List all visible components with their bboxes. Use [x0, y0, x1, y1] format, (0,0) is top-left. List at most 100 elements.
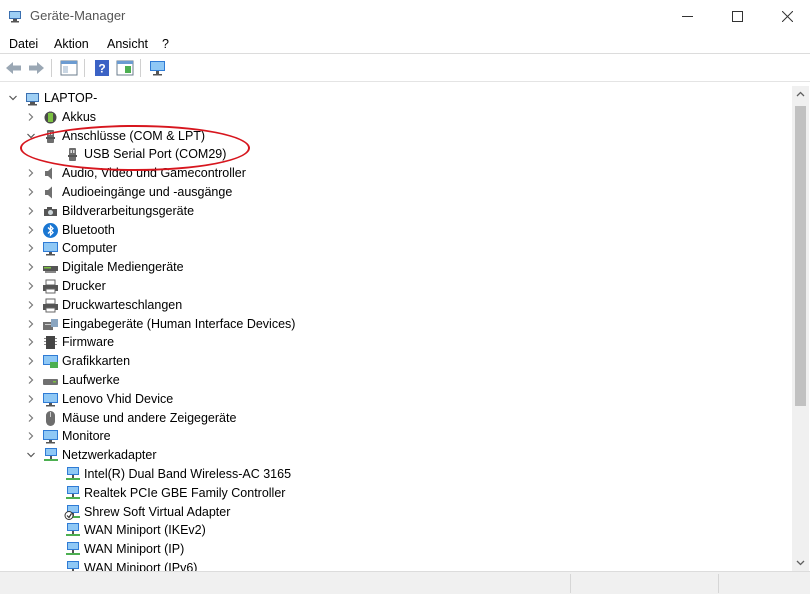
scroll-thumb[interactable] [795, 106, 806, 406]
tree-node[interactable]: USB Serial Port (COM29) [2, 145, 782, 164]
device-tree[interactable]: LAPTOP- Akkus Anschlüsse (COM & LPT) USB Se… [2, 86, 790, 571]
show-hide-console-tree-icon[interactable] [59, 58, 79, 78]
tree-node[interactable]: Audio, Video und Gamecontroller [2, 164, 782, 183]
tree-node[interactable]: Shrew Soft Virtual Adapter [2, 503, 782, 522]
bluetooth-icon [43, 222, 58, 238]
chevron-down-icon[interactable] [26, 131, 36, 141]
vertical-scrollbar[interactable] [792, 86, 809, 571]
chevron-right-icon[interactable] [26, 187, 36, 197]
tree-node[interactable]: Akkus [2, 108, 782, 127]
toolbar-separator [51, 59, 52, 77]
chevron-right-icon[interactable] [26, 413, 36, 423]
menu-aktion[interactable]: Aktion [54, 37, 89, 51]
chevron-right-icon[interactable] [26, 337, 36, 347]
tree-node[interactable]: LAPTOP- [2, 89, 782, 108]
tree-node[interactable]: Laufwerke [2, 371, 782, 390]
toolbar-separator [140, 59, 141, 77]
minimize-button[interactable] [664, 0, 710, 32]
tree-node-label: Grafikkarten [62, 354, 131, 369]
chevron-right-icon[interactable] [26, 394, 36, 404]
status-segment [718, 574, 810, 593]
scroll-down-button[interactable] [792, 554, 809, 571]
chevron-right-icon[interactable] [26, 300, 36, 310]
network-icon [67, 561, 79, 571]
menu-help[interactable]: ? [162, 37, 169, 51]
tree-node-label: Lenovo Vhid Device [62, 391, 174, 406]
back-arrow-icon[interactable] [4, 58, 24, 78]
tree-node[interactable]: Grafikkarten [2, 352, 782, 371]
chevron-right-icon[interactable] [26, 206, 36, 216]
tree-node-label: Realtek PCIe GBE Family Controller [84, 485, 286, 500]
tree-node[interactable]: Intel(R) Dual Band Wireless-AC 3165 [2, 465, 782, 484]
tree-node[interactable]: Digitale Mediengeräte [2, 258, 782, 277]
tree-node[interactable]: WAN Miniport (IP) [2, 540, 782, 559]
network-icon [66, 467, 80, 480]
scroll-up-button[interactable] [792, 86, 809, 103]
tree-node[interactable]: Mäuse und andere Zeigegeräte [2, 409, 782, 428]
status-bar [0, 571, 810, 594]
network-icon [66, 542, 80, 556]
tree-node[interactable]: WAN Miniport (IPv6) [2, 559, 782, 571]
chevron-right-icon[interactable] [26, 168, 36, 178]
chevron-right-icon[interactable] [26, 262, 36, 272]
chevron-down-icon[interactable] [26, 450, 36, 460]
tree-node-label: WAN Miniport (IPv6) [84, 561, 198, 571]
chevron-right-icon[interactable] [26, 431, 36, 441]
chevron-up-icon [796, 91, 805, 97]
menu-bar: Datei Aktion Ansicht ? [0, 32, 810, 54]
speaker-icon [45, 167, 52, 180]
tree-node[interactable]: Computer [2, 239, 782, 258]
tree-node[interactable]: Druckwarteschlangen [2, 296, 782, 315]
forward-arrow-icon[interactable] [26, 58, 46, 78]
tree-node[interactable]: Monitore [2, 427, 782, 446]
title-bar: Geräte-Manager [0, 0, 810, 32]
tree-node-label: LAPTOP- [44, 91, 98, 105]
menu-datei[interactable]: Datei [9, 37, 38, 51]
properties-icon[interactable] [115, 58, 135, 78]
chevron-right-icon[interactable] [26, 356, 36, 366]
tree-node-label: Intel(R) Dual Band Wireless-AC 3165 [84, 467, 292, 481]
tree-node-label: Akkus [62, 109, 97, 124]
tree-node[interactable]: Firmware [2, 333, 782, 352]
tree-node[interactable]: Bluetooth [2, 221, 782, 240]
chevron-right-icon[interactable] [26, 319, 36, 329]
printer-icon [43, 298, 58, 313]
network-icon [66, 523, 80, 537]
close-icon [781, 10, 793, 22]
tree-node[interactable]: Realtek PCIe GBE Family Controller [2, 484, 782, 503]
toolbar-separator [84, 59, 85, 77]
chevron-right-icon[interactable] [26, 243, 36, 253]
minimize-icon [681, 15, 693, 17]
tree-node[interactable]: Lenovo Vhid Device [2, 390, 782, 409]
chevron-right-icon[interactable] [26, 112, 36, 122]
tree-node[interactable]: Eingabegeräte (Human Interface Devices) [2, 315, 782, 334]
tree-node[interactable]: WAN Miniport (IKEv2) [2, 521, 782, 540]
network-icon [66, 485, 80, 499]
mouse-icon [46, 410, 55, 426]
hid-icon [43, 318, 58, 330]
tree-node[interactable]: Drucker [2, 277, 782, 296]
tree-node-label: USB Serial Port (COM29) [84, 147, 227, 162]
chevron-right-icon[interactable] [26, 225, 36, 235]
tree-node-label: Monitore [62, 429, 111, 444]
help-icon[interactable]: ? [92, 58, 112, 78]
tree-node[interactable]: Anschlüsse (COM & LPT) [2, 127, 782, 146]
chevron-down-icon[interactable] [8, 93, 18, 103]
printer-icon [43, 279, 58, 294]
tree-node-label: Bluetooth [62, 222, 115, 237]
close-button[interactable] [764, 0, 810, 32]
tree-node[interactable]: Bildverarbeitungsgeräte [2, 202, 782, 221]
monitor-icon [43, 430, 58, 444]
scan-hardware-icon[interactable] [148, 58, 168, 78]
chevron-right-icon[interactable] [26, 375, 36, 385]
port-icon [68, 148, 77, 162]
menu-ansicht[interactable]: Ansicht [107, 37, 148, 51]
maximize-button[interactable] [714, 0, 760, 32]
tree-node-label: Firmware [62, 335, 115, 350]
tree-node-label: Shrew Soft Virtual Adapter [84, 504, 231, 519]
tree-node-label: Audio, Video und Gamecontroller [62, 166, 246, 181]
tree-node[interactable]: Netzwerkadapter [2, 446, 782, 465]
tree-node[interactable]: Audioeingänge und -ausgänge [2, 183, 782, 202]
window-title: Geräte-Manager [30, 8, 126, 23]
chevron-right-icon[interactable] [26, 281, 36, 291]
